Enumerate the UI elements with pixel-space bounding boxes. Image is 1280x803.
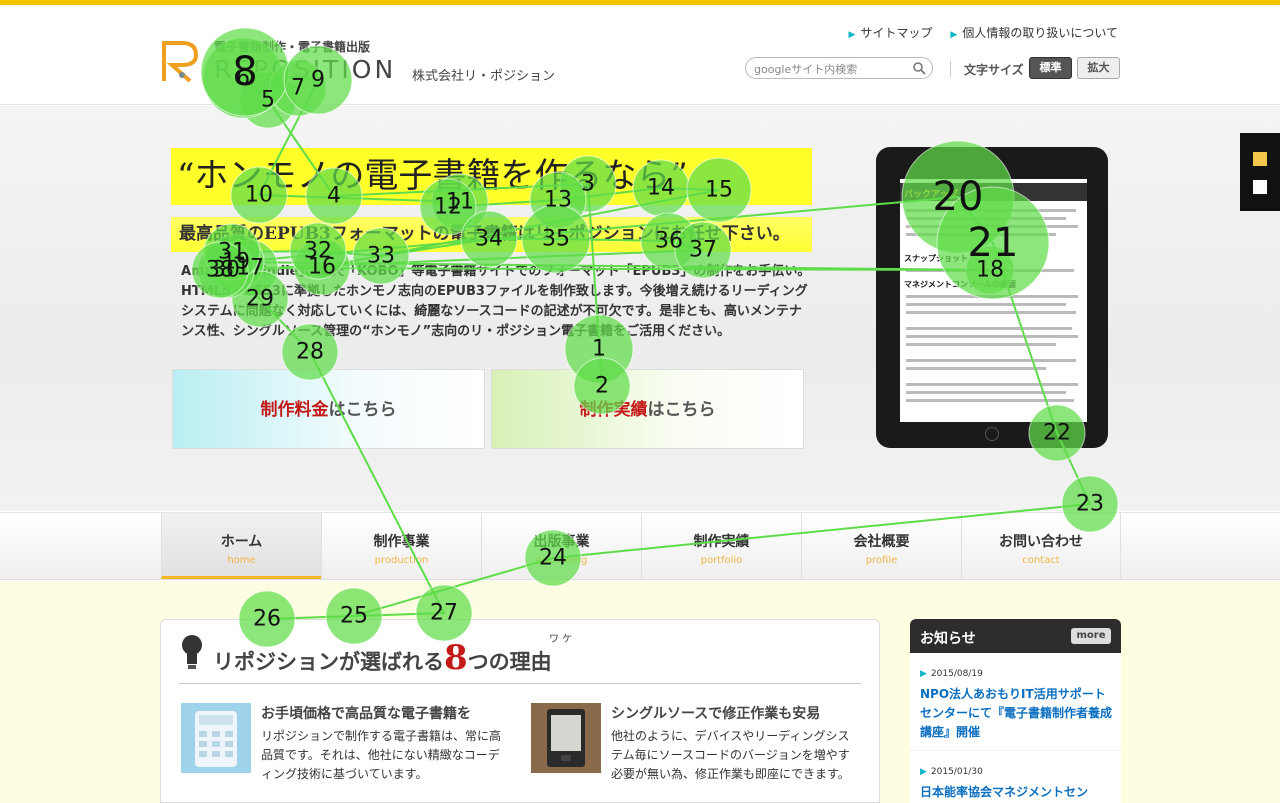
header-divider	[950, 61, 951, 77]
panel-divider	[179, 683, 861, 684]
triangle-bullet-icon: ▶	[950, 30, 958, 40]
nav-label: 制作実績	[693, 534, 750, 550]
title-ruby: ワ ケ	[549, 634, 573, 645]
tablet-screen-subheading: スナップショット	[904, 254, 968, 263]
site-header: 電子書籍制作・電子書籍出版 REPOSITION 株式会社リ・ポジション ▶ サイ…	[0, 5, 1280, 105]
news-item[interactable]: ▶ 2015/08/19 NPO法人あおもりIT活用サポートセンターにて『電子書籍…	[910, 661, 1121, 751]
slide-indicator	[1240, 133, 1280, 211]
tablet-illustration: バックアップ スナップショット マネジメントコンソールの画面	[876, 147, 1108, 448]
ereader-thumbnail-icon	[531, 703, 601, 773]
feature-heading: お手頃価格で高品質な電子書籍を	[261, 706, 471, 722]
nav-sublabel: profile	[865, 555, 898, 566]
header-links: ▶ サイトマップ ▶ 個人情報の取り扱いについて	[848, 24, 1118, 41]
slide-dot-1[interactable]	[1253, 152, 1267, 166]
nav-item-publishing[interactable]: 出版事業 publishing	[481, 513, 641, 579]
nav-sublabel: production	[374, 555, 429, 566]
company-name: 株式会社リ・ポジション	[412, 69, 556, 84]
lightbulb-icon	[182, 635, 202, 669]
news-item-title[interactable]: 日本能率協会マネジメントセン	[920, 783, 1115, 802]
logo-wordmark[interactable]: REPOSITION	[214, 55, 396, 84]
sitemap-link[interactable]: ▶ サイトマップ	[848, 24, 932, 41]
slide-dot-2[interactable]	[1253, 180, 1267, 194]
news-panel: お知らせ more ▶ 2015/08/19 NPO法人あおもりIT活用サポートセ…	[910, 619, 1121, 803]
hero-description: Amazon「Kindle」、楽天「KOBO」等電子書籍サイトでのフォーマット「…	[181, 264, 811, 339]
logo-mark-icon[interactable]	[160, 37, 200, 85]
nav-sublabel: portfolio	[700, 555, 743, 566]
nav-label: ホーム	[220, 534, 263, 550]
nav-item-contact[interactable]: お問い合わせ contact	[961, 513, 1121, 579]
reasons-title: リポジションが選ばれる8つの理由	[213, 638, 552, 678]
feature-text: 他社のように、デバイスやリーディングシステム毎にソースコードのバージョンを増やす…	[611, 729, 850, 781]
triangle-bullet-icon: ▶	[920, 767, 927, 777]
font-size-standard-button[interactable]: 標準	[1029, 57, 1072, 79]
triangle-bullet-icon: ▶	[920, 669, 927, 679]
nav-sublabel: home	[227, 555, 256, 566]
nav-item-profile[interactable]: 会社概要 profile	[801, 513, 961, 579]
search-icon[interactable]	[912, 61, 926, 75]
hero-title: “ホンモノの電子書籍を作るなら”	[171, 148, 812, 205]
nav-item-portfolio[interactable]: 制作実績 portfolio	[641, 513, 801, 579]
feature-text: リポジションで制作する電子書籍は、常に高品質です。それは、他社にない精緻なコーデ…	[261, 729, 502, 781]
hero-subtitle: 最高品質のEPUB3フォーマットの電子書籍はリ・ポジションにお任せ下さい。	[171, 217, 812, 252]
tablet-home-button	[985, 427, 999, 441]
logo-tagline: 電子書籍制作・電子書籍出版	[214, 40, 371, 54]
calculator-thumbnail-icon	[181, 703, 251, 773]
portfolio-cta-button[interactable]: 制作実績はこちら	[491, 369, 804, 449]
news-more-button[interactable]: more	[1071, 628, 1111, 644]
nav-item-home[interactable]: ホーム home	[161, 513, 321, 579]
feature-heading: シングルソースで修正作業も安易	[611, 706, 821, 722]
news-item-title[interactable]: NPO法人あおもりIT活用サポートセンターにて『電子書籍制作者養成講座』開催	[920, 685, 1115, 742]
privacy-link[interactable]: ▶ 個人情報の取り扱いについて	[950, 24, 1118, 41]
font-size-large-button[interactable]: 拡大	[1077, 57, 1120, 79]
triangle-bullet-icon: ▶	[848, 30, 856, 40]
nav-label: 会社概要	[853, 534, 910, 550]
nav-item-production[interactable]: 制作事業 production	[321, 513, 481, 579]
nav-label: お問い合わせ	[999, 534, 1083, 550]
site-search-input[interactable]: googleサイト内検索	[745, 57, 933, 79]
nav-sublabel: publishing	[535, 555, 588, 566]
tablet-screen: バックアップ スナップショット マネジメントコンソールの画面	[900, 179, 1087, 422]
nav-label: 制作事業	[373, 534, 430, 550]
nav-label: 出版事業	[533, 534, 590, 550]
nav-sublabel: contact	[1022, 555, 1060, 566]
news-item[interactable]: ▶ 2015/01/30 日本能率協会マネジメントセン	[910, 759, 1121, 803]
tablet-screen-subheading-2: マネジメントコンソールの画面	[904, 280, 1016, 289]
pricing-cta-button[interactable]: 制作料金はこちら	[172, 369, 485, 449]
reasons-panel: リポジションが選ばれる8つの理由 ワ ケ お手頃価格で高品質な電子書籍を リポジ…	[160, 619, 880, 803]
font-size-label: 文字サイズ	[964, 63, 1024, 77]
tablet-screen-header: バックアップ	[900, 183, 1087, 201]
news-heading: お知らせ more	[910, 619, 1121, 653]
global-nav: ホーム home 制作事業 production 出版事業 publishing 制作実績 p…	[0, 512, 1280, 580]
